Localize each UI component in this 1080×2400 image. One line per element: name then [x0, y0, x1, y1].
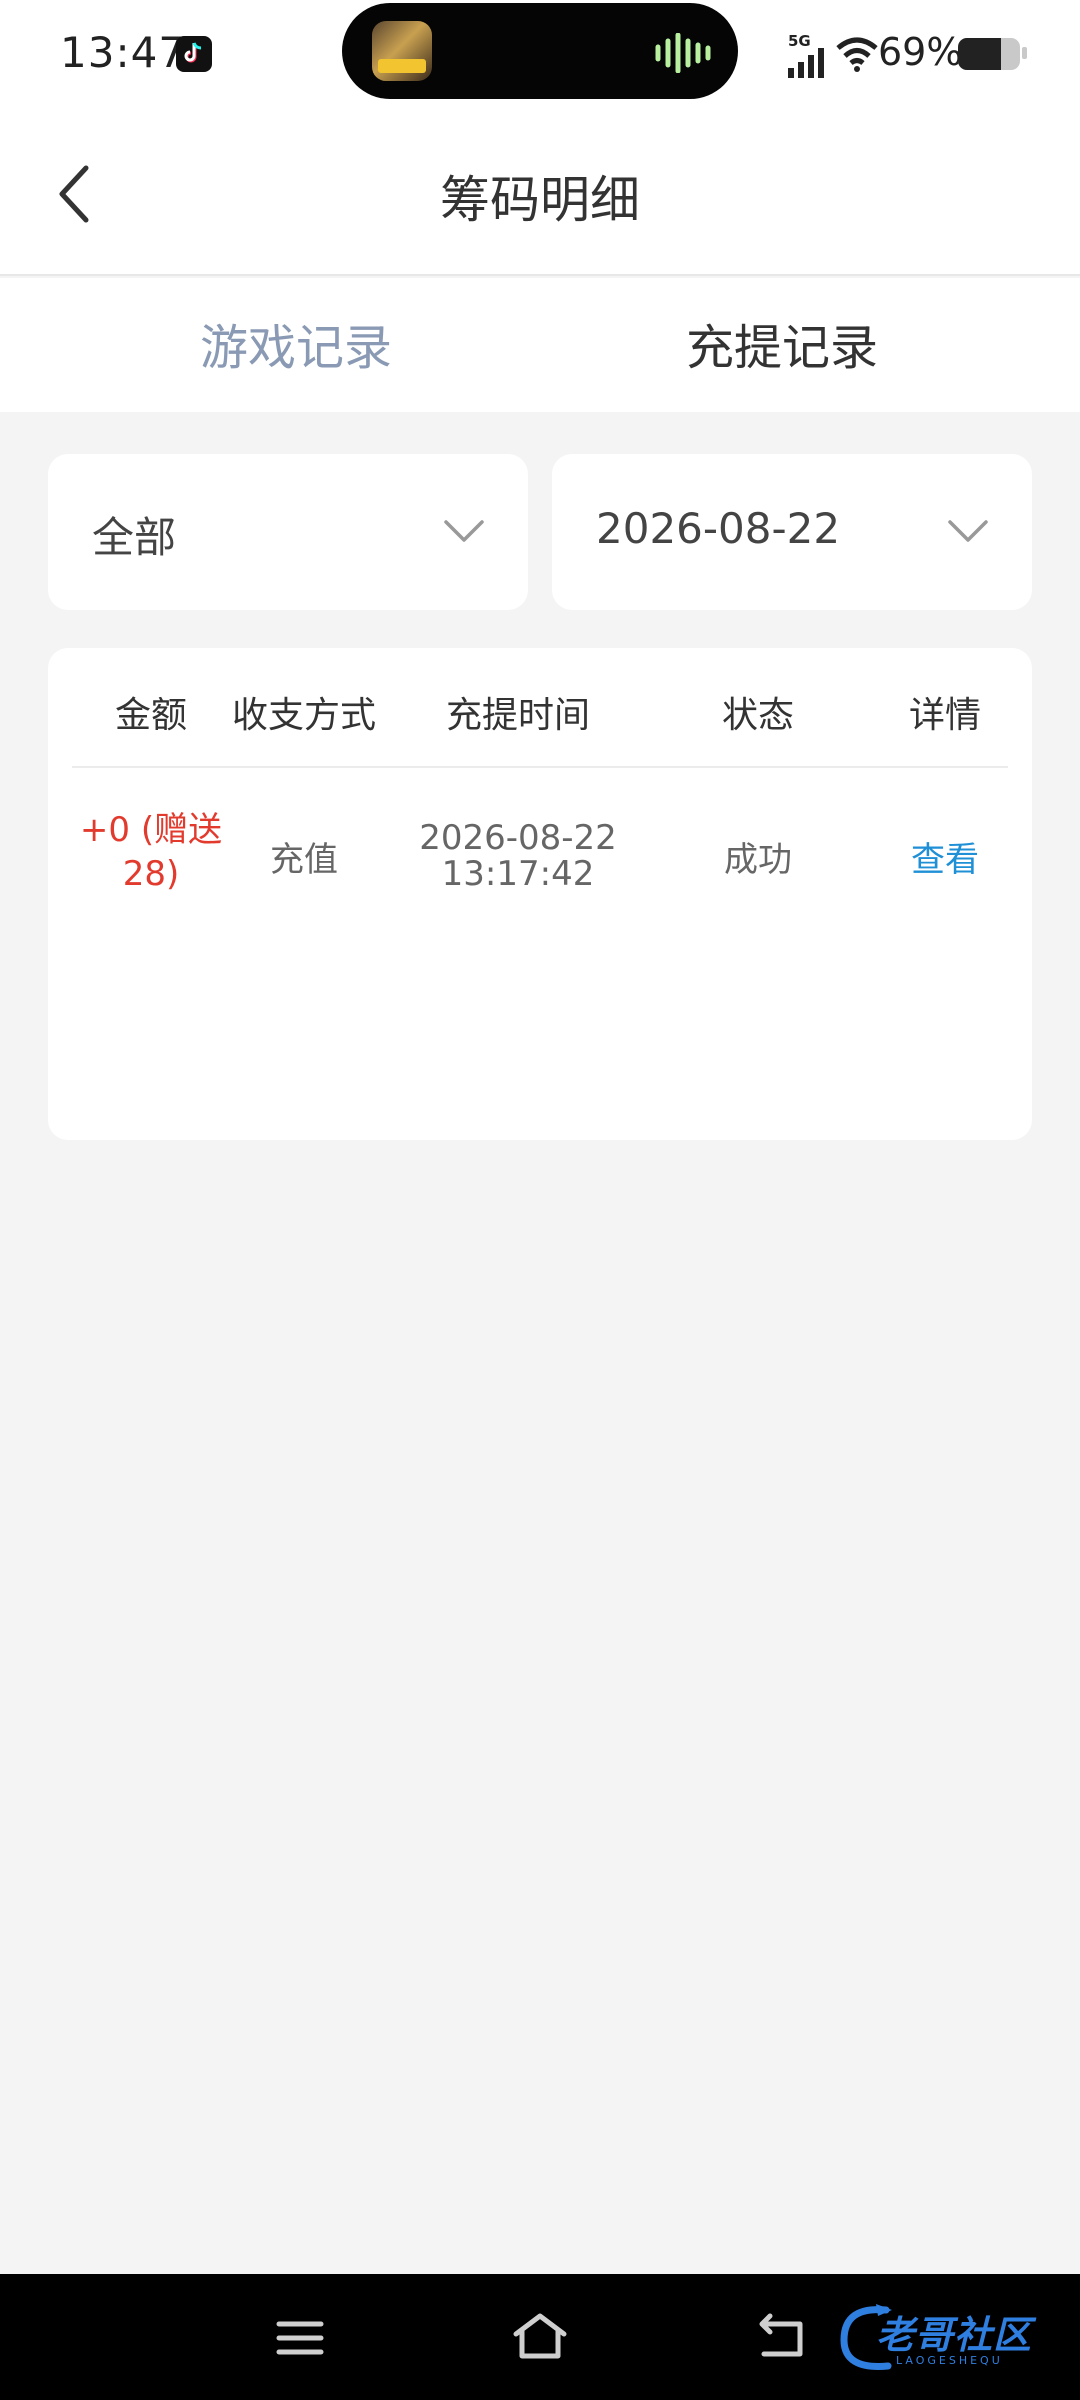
row-amount-line1: +0 (赠送: [79, 810, 223, 850]
header: 筹码明细: [0, 110, 1080, 276]
date-filter-dropdown[interactable]: 2026-08-22: [552, 454, 1032, 610]
game-app-icon[interactable]: [372, 21, 432, 81]
chevron-down-icon: [948, 520, 988, 542]
home-icon[interactable]: [510, 2310, 570, 2362]
battery-tip: [1022, 47, 1027, 59]
status-bar: 13:47 5G 69%: [0, 0, 1080, 110]
view-detail-link[interactable]: 查看: [858, 838, 1032, 882]
tab-bar: 游戏记录 充提记录: [0, 278, 1080, 412]
row-clock: 13:17:42: [441, 854, 595, 894]
row-date: 2026-08-22: [419, 818, 617, 858]
wifi-icon: [836, 37, 878, 72]
back-nav-icon[interactable]: [756, 2312, 806, 2358]
tab-game-records[interactable]: 游戏记录: [26, 308, 566, 378]
battery-icon: [958, 38, 1020, 70]
date-filter-value: 2026-08-22: [596, 504, 841, 553]
watermark-subtext: LAOGESHEQU: [896, 2354, 1003, 2367]
column-header-detail: 详情: [908, 695, 981, 736]
tiktok-icon: [176, 36, 212, 72]
watermark-logo: 老哥社区 LAOGESHEQU: [836, 2296, 1072, 2380]
dynamic-island[interactable]: [342, 3, 738, 99]
tab-recharge-records[interactable]: 充提记录: [512, 308, 1052, 378]
table-header: 金额 收支方式 充提时间 状态 详情: [72, 648, 1008, 768]
audio-wave-icon: [655, 33, 711, 73]
row-amount: +0 (赠送 28): [72, 808, 230, 896]
table-row: +0 (赠送 28) 充值 2026-08-22 13:17:42 成功 查看: [72, 768, 1008, 948]
type-filter-value: 全部: [92, 513, 177, 562]
page-title: 筹码明细: [440, 171, 640, 229]
row-status: 成功: [724, 840, 792, 880]
column-header-amount: 金额: [114, 695, 187, 736]
battery-percent: 69%: [878, 30, 963, 74]
column-header-method: 收支方式: [231, 695, 376, 736]
row-time: 2026-08-22 13:17:42: [378, 820, 658, 892]
type-filter-dropdown[interactable]: 全部: [48, 454, 528, 610]
menu-icon[interactable]: [276, 2318, 324, 2358]
row-amount-line2: 28): [122, 854, 180, 894]
watermark-text: 老哥社区: [876, 2313, 1033, 2357]
column-header-status: 状态: [721, 695, 794, 736]
chevron-down-icon: [444, 520, 484, 542]
column-header-time: 充提时间: [445, 695, 590, 736]
signal-icon: [788, 48, 824, 78]
system-nav-bar: 老哥社区 LAOGESHEQU: [0, 2274, 1080, 2400]
status-time: 13:47: [60, 28, 187, 77]
row-method: 充值: [270, 840, 338, 880]
records-table: 金额 收支方式 充提时间 状态 详情 +0 (赠送 28) 充值 2026-08…: [48, 648, 1032, 1140]
battery-fill: [958, 38, 1001, 70]
